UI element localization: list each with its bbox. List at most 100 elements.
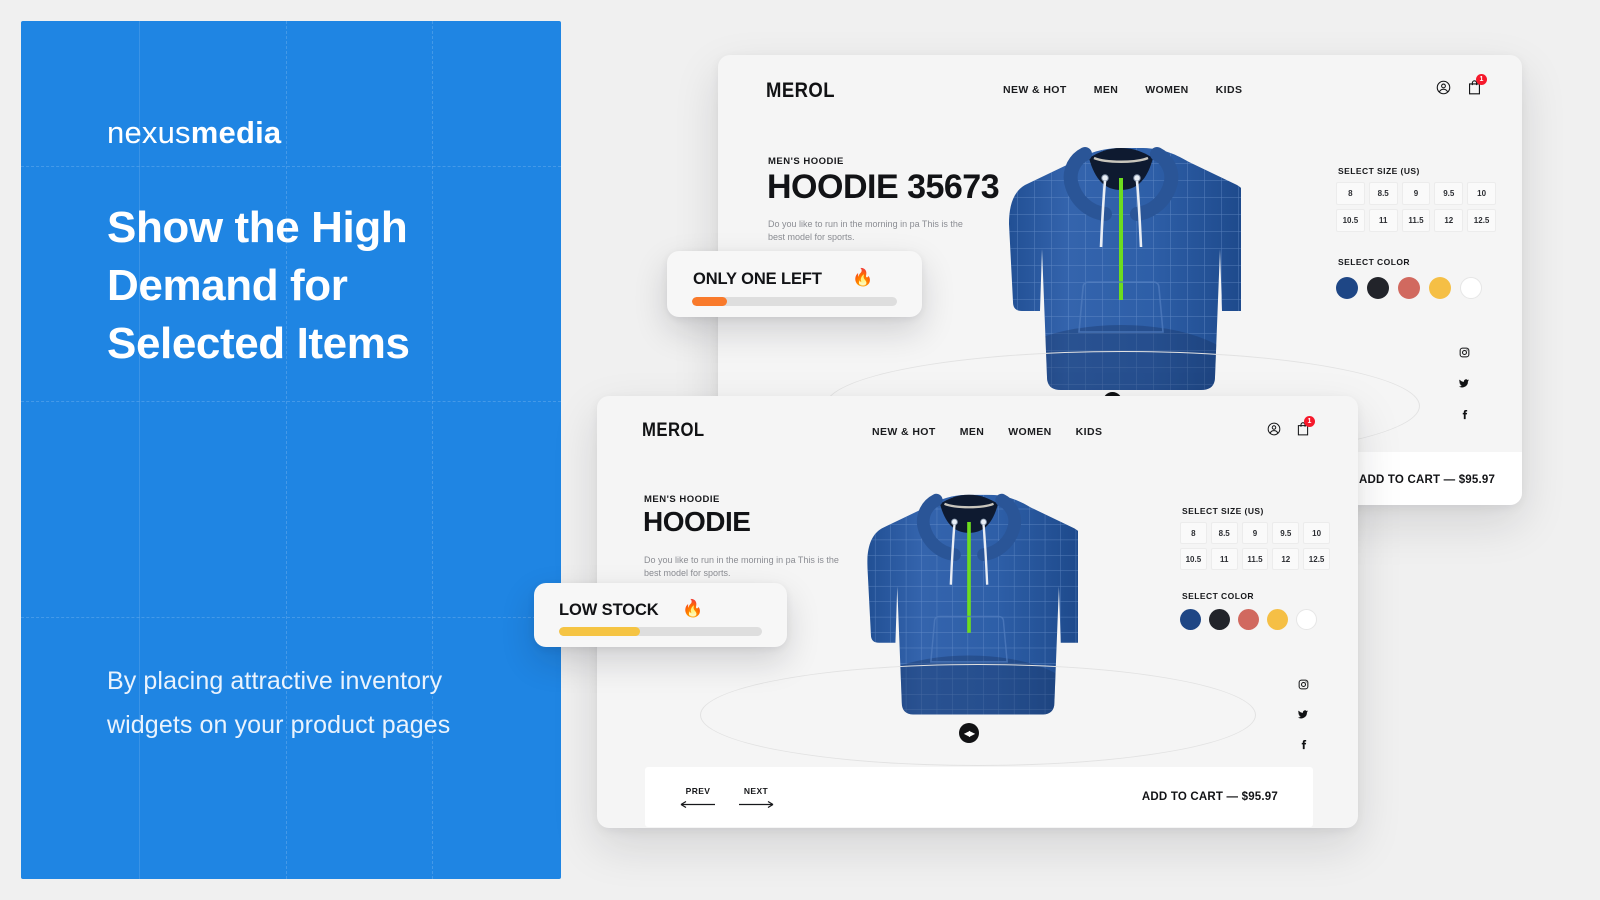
promo-headline: Show the High Demand for Selected Items [107, 203, 410, 368]
size-option[interactable]: 9 [1401, 182, 1431, 205]
product-title: HOODIE 35673 [767, 168, 1000, 206]
brand-logo[interactable]: MEROL [766, 79, 835, 103]
facebook-icon[interactable] [1298, 737, 1309, 755]
display-ellipse [700, 664, 1256, 766]
main-nav: NEW & HOT MEN WOMEN KIDS [1003, 84, 1242, 96]
stock-progress-fill [559, 627, 641, 636]
next-button[interactable]: NEXT [738, 786, 774, 808]
header-icons: 1 [1436, 74, 1487, 95]
size-option[interactable]: 12.5 [1303, 548, 1330, 570]
product-title: HOODIE [643, 506, 751, 537]
prev-next-group: PREV NEXT [680, 786, 774, 808]
social-links [1458, 345, 1470, 425]
nav-item-men[interactable]: MEN [1094, 84, 1119, 96]
color-label: SELECT COLOR [1338, 257, 1410, 267]
image-carousel-toggle[interactable]: ◀▶ [959, 723, 979, 743]
fire-icon: 🔥 [682, 599, 704, 618]
stock-widget-title: ONLY ONE LEFT [693, 270, 822, 288]
card-top-footer: ADD TO CART — $95.97 [1331, 452, 1522, 505]
size-grid: 8 8.5 9 9.5 10 10.5 11 11.5 12 12.5 [1336, 182, 1496, 232]
color-swatch-amber[interactable] [1429, 277, 1451, 299]
size-option[interactable]: 10.5 [1180, 548, 1207, 570]
nav-item-new-hot[interactable]: NEW & HOT [872, 426, 936, 438]
color-swatch-navy[interactable] [1336, 277, 1358, 299]
nav-item-new-hot[interactable]: NEW & HOT [1003, 84, 1067, 96]
promo-panel: nexusmedia Show the High Demand for Sele… [21, 21, 561, 879]
social-links [1297, 677, 1309, 755]
color-swatch-black[interactable] [1367, 277, 1389, 299]
color-swatch-amber[interactable] [1267, 609, 1288, 630]
nav-item-kids[interactable]: KIDS [1216, 84, 1243, 96]
color-swatch-coral[interactable] [1238, 609, 1259, 630]
promo-subcopy: By placing attractive inventory widgets … [107, 667, 451, 739]
size-option[interactable]: 9 [1241, 522, 1269, 544]
size-option[interactable]: 12 [1272, 548, 1300, 570]
cart-count-badge: 1 [1304, 416, 1315, 427]
nexusmedia-logo: nexusmedia [107, 115, 281, 151]
product-eyebrow: MEN'S HOODIE [768, 156, 844, 167]
add-to-cart-button[interactable]: ADD TO CART — $95.97 [1359, 474, 1495, 486]
color-swatch-navy[interactable] [1180, 609, 1201, 630]
stock-widget-only-one-left: ONLY ONE LEFT 🔥 [667, 251, 922, 317]
size-label: SELECT SIZE (US) [1182, 506, 1264, 516]
prev-button[interactable]: PREV [680, 786, 716, 808]
size-option[interactable]: 8.5 [1210, 522, 1238, 544]
cart-count-badge: 1 [1476, 74, 1487, 85]
size-option[interactable]: 8 [1180, 522, 1207, 544]
stock-progress-track [559, 627, 762, 636]
brand-logo[interactable]: MEROL [642, 420, 705, 442]
instagram-icon[interactable] [1459, 345, 1470, 363]
twitter-icon[interactable] [1297, 707, 1309, 725]
size-option[interactable]: 12 [1434, 209, 1464, 232]
size-option[interactable]: 11.5 [1401, 209, 1431, 232]
logo-bold-part: media [190, 115, 282, 150]
nav-item-kids[interactable]: KIDS [1076, 426, 1103, 438]
size-option[interactable]: 9.5 [1272, 522, 1300, 544]
color-label: SELECT COLOR [1182, 591, 1254, 601]
size-option[interactable]: 11.5 [1241, 548, 1269, 570]
user-circle-icon[interactable] [1267, 422, 1281, 436]
color-swatch-white[interactable] [1296, 609, 1317, 630]
main-nav: NEW & HOT MEN WOMEN KIDS [872, 426, 1102, 438]
card-bottom-footer: PREV NEXT ADD TO CART — $95.97 [645, 767, 1313, 827]
size-option[interactable]: 10 [1303, 522, 1330, 544]
stock-widget-title: LOW STOCK [559, 601, 659, 619]
fire-icon: 🔥 [852, 268, 874, 287]
add-to-cart-button[interactable]: ADD TO CART — $95.97 [1142, 791, 1278, 803]
shopping-bag-icon[interactable]: 1 [1296, 416, 1315, 436]
size-grid: 8 8.5 9 9.5 10 10.5 11 11.5 12 12.5 [1180, 522, 1330, 570]
screenshot-root: nexusmedia Show the High Demand for Sele… [0, 0, 1600, 900]
size-label: SELECT SIZE (US) [1338, 166, 1420, 176]
size-option[interactable]: 10 [1467, 182, 1496, 205]
user-circle-icon[interactable] [1436, 80, 1451, 95]
nav-item-women[interactable]: WOMEN [1008, 426, 1051, 438]
size-option[interactable]: 11 [1210, 548, 1238, 570]
product-description: Do you like to run in the morning in pa … [768, 219, 963, 242]
nav-item-men[interactable]: MEN [960, 426, 985, 438]
size-option[interactable]: 8.5 [1368, 182, 1398, 205]
logo-light-part: nexus [107, 115, 191, 150]
product-description: Do you like to run in the morning in pa … [644, 555, 839, 578]
stock-widget-low-stock: LOW STOCK 🔥 [534, 583, 787, 647]
color-swatch-coral[interactable] [1398, 277, 1420, 299]
stock-progress-track [692, 297, 897, 306]
size-option[interactable]: 11 [1368, 209, 1398, 232]
card-bottom-header: MEROL NEW & HOT MEN WOMEN KIDS 1 [597, 396, 1358, 466]
prev-label: PREV [685, 786, 711, 796]
size-option[interactable]: 8 [1336, 182, 1365, 205]
color-row [1180, 609, 1317, 630]
twitter-icon[interactable] [1458, 376, 1470, 394]
size-option[interactable]: 12.5 [1467, 209, 1496, 232]
card-top-header: MEROL NEW & HOT MEN WOMEN KIDS 1 [718, 55, 1522, 125]
header-icons: 1 [1267, 416, 1315, 436]
facebook-icon[interactable] [1459, 407, 1470, 425]
size-option[interactable]: 10.5 [1336, 209, 1365, 232]
nav-item-women[interactable]: WOMEN [1145, 84, 1188, 96]
color-swatch-black[interactable] [1209, 609, 1230, 630]
shopping-bag-icon[interactable]: 1 [1467, 74, 1487, 95]
stock-progress-fill [692, 297, 727, 306]
color-row [1336, 277, 1482, 299]
size-option[interactable]: 9.5 [1434, 182, 1464, 205]
color-swatch-white[interactable] [1460, 277, 1482, 299]
instagram-icon[interactable] [1298, 677, 1309, 695]
